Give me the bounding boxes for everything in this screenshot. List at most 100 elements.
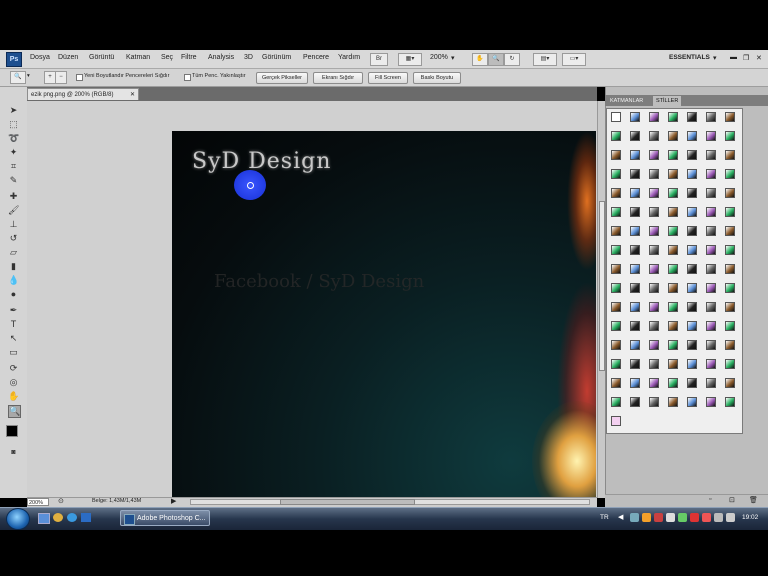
style-swatch[interactable] <box>611 283 621 293</box>
menu-3d[interactable]: 3D <box>244 54 253 61</box>
zoom-out-icon[interactable]: − <box>55 71 67 84</box>
style-swatch[interactable] <box>611 397 621 407</box>
tray-icon-7[interactable] <box>702 513 711 522</box>
style-swatch[interactable] <box>668 359 678 369</box>
style-swatch[interactable] <box>706 378 716 388</box>
style-swatch[interactable] <box>649 245 659 255</box>
style-swatch[interactable] <box>630 378 640 388</box>
menu-dosya[interactable]: Dosya <box>30 54 50 61</box>
ie-icon[interactable] <box>67 513 77 522</box>
style-swatch[interactable] <box>687 397 697 407</box>
screen-mode-icon[interactable]: ▭▾ <box>562 53 586 66</box>
style-swatch[interactable] <box>668 321 678 331</box>
menu-filtre[interactable]: Filtre <box>181 54 197 61</box>
style-swatch[interactable] <box>649 283 659 293</box>
style-swatch[interactable] <box>687 321 697 331</box>
style-swatch[interactable] <box>611 302 621 312</box>
style-swatch[interactable] <box>687 150 697 160</box>
start-button[interactable] <box>6 508 30 530</box>
style-swatch[interactable] <box>649 378 659 388</box>
style-swatch[interactable] <box>725 321 735 331</box>
tray-icon-6[interactable] <box>690 513 699 522</box>
style-swatch[interactable] <box>611 359 621 369</box>
style-swatch[interactable] <box>668 226 678 236</box>
fill-screen-button[interactable]: Fill Screen <box>368 72 408 84</box>
style-swatch[interactable] <box>630 207 640 217</box>
style-swatch[interactable] <box>630 112 640 122</box>
style-swatch[interactable] <box>687 245 697 255</box>
style-swatch[interactable] <box>649 207 659 217</box>
tab-katmanlar[interactable]: KATMANLAR <box>607 96 646 106</box>
workspace-switcher[interactable]: ESSENTIALS <box>669 54 710 61</box>
style-swatch[interactable] <box>611 207 621 217</box>
network-icon[interactable] <box>714 513 723 522</box>
quicklaunch-app-icon[interactable] <box>81 513 91 522</box>
fit-screen-button[interactable]: Ekranı Sığdır <box>313 72 363 84</box>
style-swatch[interactable] <box>668 150 678 160</box>
zoom-tool-icon[interactable]: 🔍 <box>488 53 504 66</box>
style-swatch[interactable] <box>706 359 716 369</box>
3d-rotate-icon[interactable]: ⟳ <box>8 363 19 374</box>
style-swatch[interactable] <box>630 397 640 407</box>
style-swatch[interactable] <box>706 131 716 141</box>
tray-icon-2[interactable] <box>642 513 651 522</box>
marquee-tool-icon[interactable]: ⬚ <box>8 119 19 130</box>
style-swatch[interactable] <box>706 264 716 274</box>
style-swatch[interactable] <box>668 131 678 141</box>
style-swatch[interactable] <box>706 245 716 255</box>
move-tool-icon[interactable]: ➤ <box>8 105 19 116</box>
style-swatch[interactable] <box>725 226 735 236</box>
menu-katman[interactable]: Katman <box>126 54 150 61</box>
style-swatch[interactable] <box>668 283 678 293</box>
style-swatch[interactable] <box>687 340 697 350</box>
menu-goruntu[interactable]: Görüntü <box>89 54 114 61</box>
close-tab-icon[interactable]: ✕ <box>130 89 135 101</box>
style-swatch[interactable] <box>630 340 640 350</box>
style-swatch[interactable] <box>725 359 735 369</box>
style-swatch[interactable] <box>687 226 697 236</box>
style-swatch[interactable] <box>649 112 659 122</box>
restore-icon[interactable]: ❐ <box>743 54 749 62</box>
style-swatch[interactable] <box>706 283 716 293</box>
style-swatch[interactable] <box>649 226 659 236</box>
style-swatch[interactable] <box>706 112 716 122</box>
actual-pixels-button[interactable]: Gerçek Pikseller <box>256 72 308 84</box>
tray-icon-1[interactable] <box>630 513 639 522</box>
clock[interactable]: 19:02 <box>742 514 758 521</box>
style-swatch[interactable] <box>687 169 697 179</box>
style-swatch[interactable] <box>611 378 621 388</box>
style-swatch[interactable] <box>630 302 640 312</box>
rotate-view-icon[interactable]: ↻ <box>504 53 520 66</box>
style-swatch[interactable] <box>649 150 659 160</box>
style-swatch[interactable] <box>649 169 659 179</box>
show-desktop-icon[interactable] <box>38 513 50 524</box>
style-swatch[interactable] <box>725 207 735 217</box>
style-swatch[interactable] <box>611 340 621 350</box>
pen-tool-icon[interactable]: ✒ <box>8 305 19 316</box>
style-swatch[interactable] <box>725 302 735 312</box>
style-swatch[interactable] <box>611 150 621 160</box>
menu-yardim[interactable]: Yardım <box>338 54 360 61</box>
style-swatch[interactable] <box>668 188 678 198</box>
zoom-field[interactable]: 200% <box>27 498 49 506</box>
style-swatch[interactable] <box>649 359 659 369</box>
style-swatch[interactable] <box>687 283 697 293</box>
status-info-icon[interactable]: ⊙ <box>58 497 64 505</box>
horizontal-scroll-thumb[interactable] <box>280 499 415 505</box>
style-swatch[interactable] <box>630 264 640 274</box>
workspace-chevron-icon[interactable]: ▾ <box>713 54 717 62</box>
style-swatch[interactable] <box>687 188 697 198</box>
style-swatch[interactable] <box>706 207 716 217</box>
arrange-documents-icon[interactable]: ▤▾ <box>533 53 557 66</box>
tray-icon-3[interactable] <box>654 513 663 522</box>
tab-stiller[interactable]: STİLLER <box>653 96 682 106</box>
style-swatch[interactable] <box>611 264 621 274</box>
3d-orbit-icon[interactable]: ◎ <box>8 377 19 388</box>
view-extras-icon[interactable]: ▦▾ <box>398 53 422 66</box>
style-swatch[interactable] <box>630 169 640 179</box>
add-style-icon[interactable]: ⊡ <box>729 496 735 504</box>
clone-stamp-icon[interactable]: ⊥ <box>8 219 19 230</box>
path-selection-icon[interactable]: ↖ <box>8 333 19 344</box>
dodge-tool-icon[interactable]: ● <box>8 289 19 300</box>
zoom-level-dropdown[interactable]: 200% <box>430 54 448 61</box>
